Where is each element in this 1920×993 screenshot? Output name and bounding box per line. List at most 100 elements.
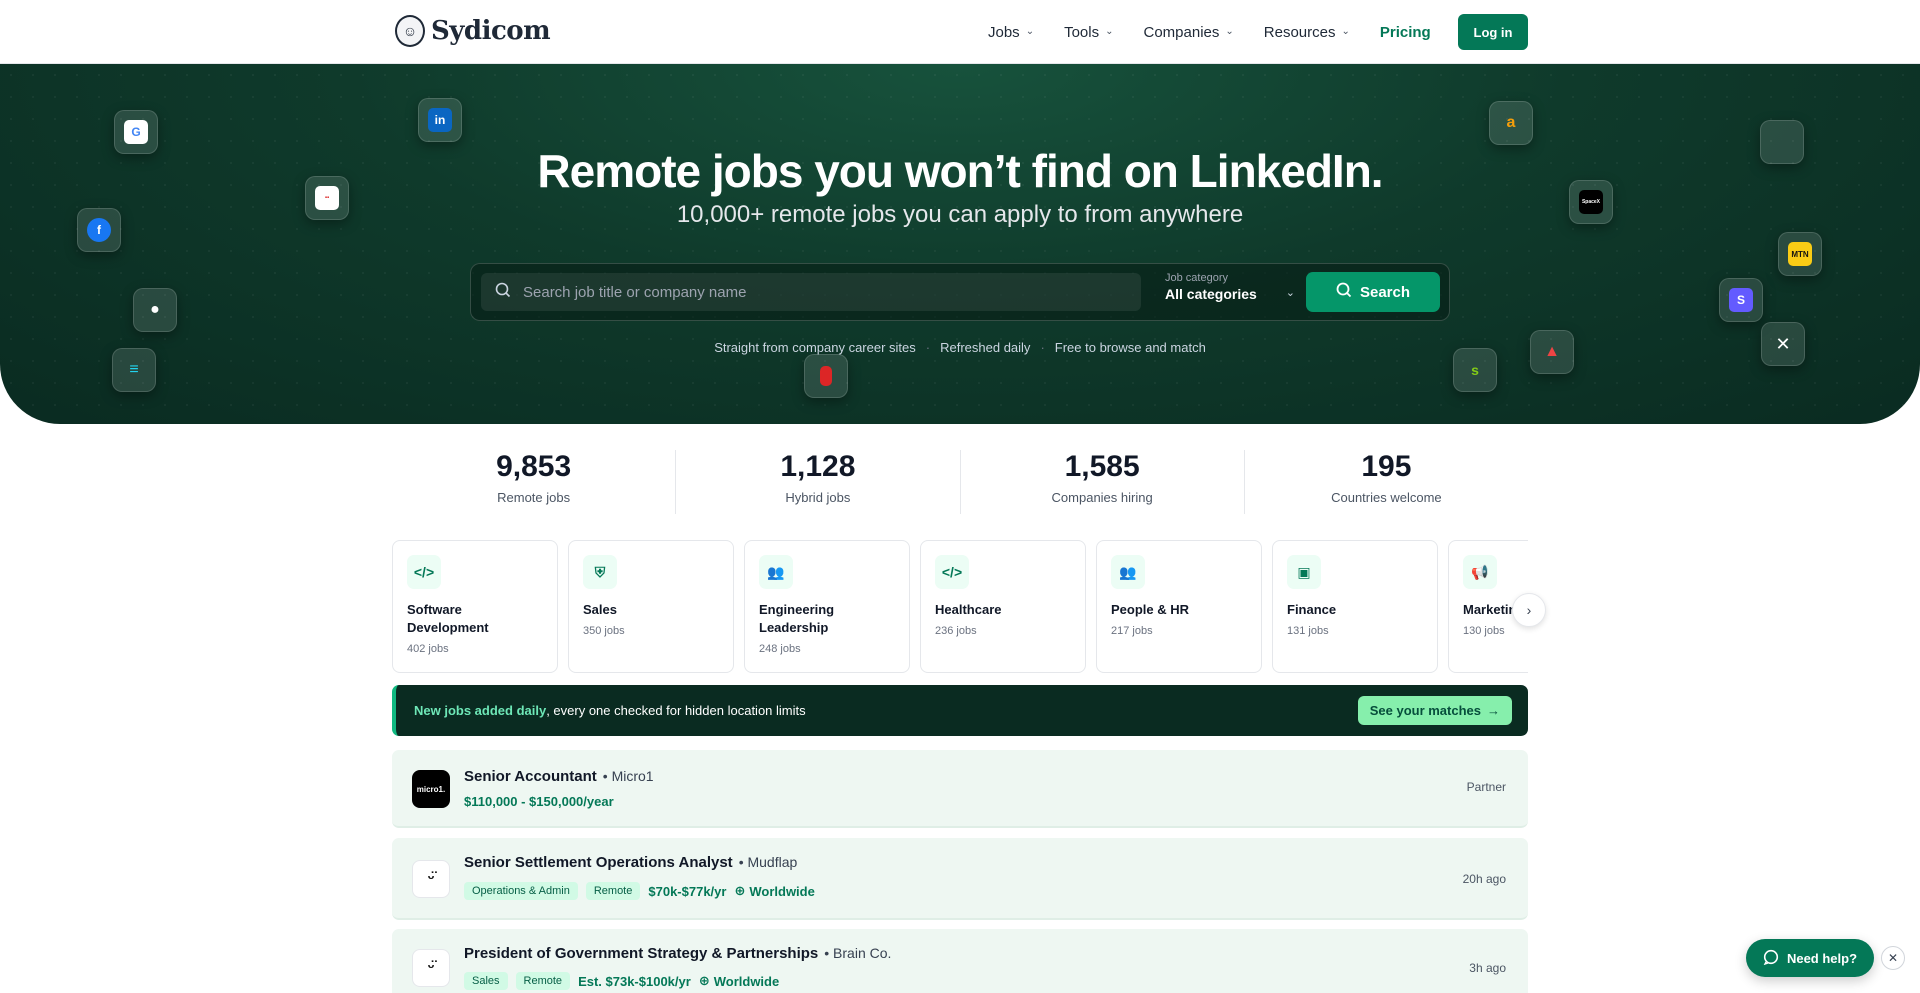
banner-highlight: New jobs added daily (414, 703, 547, 718)
category-name: Finance (1287, 602, 1337, 617)
category-card-healthcare[interactable]: </> Healthcare 236 jobs (920, 540, 1086, 673)
nav-links: Jobs ⌄ Tools ⌄ Companies ⌄ Resources ⌄ Prici… (988, 0, 1431, 64)
search-button[interactable]: Search (1306, 272, 1440, 312)
code-icon: </> (407, 555, 441, 589)
job-company: • Mudflap (738, 854, 798, 870)
nav-tools[interactable]: Tools ⌄ (1064, 24, 1113, 41)
stat-label: Hybrid jobs (785, 490, 851, 505)
category-name: Sales (583, 602, 617, 617)
job-title-row: President of Government Strategy & Partn… (464, 945, 891, 962)
job-meta: Operations & Admin Remote $70k-$77k/yr ⊕… (464, 882, 815, 900)
fact-item: Free to browse and match (1054, 340, 1206, 355)
category-card-people-hr[interactable]: 👥 People & HR 217 jobs (1096, 540, 1262, 673)
job-meta: $110,000 - $150,000/year (464, 794, 614, 809)
carousel-next-button[interactable]: › (1512, 593, 1546, 627)
nav-resources-label: Resources (1263, 23, 1336, 41)
category-name: People & HR (1111, 602, 1190, 617)
nav-jobs[interactable]: Jobs ⌄ (988, 24, 1034, 41)
stat-value: 1,585 (1064, 450, 1140, 483)
nav-companies-label: Companies (1143, 23, 1220, 41)
hero-title: Remote jobs you won’t find on LinkedIn. (537, 145, 1383, 197)
job-tag: Sales (464, 972, 508, 990)
stat-label: Countries welcome (1331, 490, 1442, 505)
job-card[interactable]: ᵕ̈ Senior Settlement Operations Analyst •… (392, 838, 1528, 920)
category-count: 131 jobs (1287, 625, 1329, 637)
category-count: 350 jobs (583, 625, 625, 637)
arrow-right-icon: → (1487, 703, 1500, 718)
chevron-down-icon: ⌄ (1025, 25, 1035, 37)
category-card-sales[interactable]: ⛨ Sales 350 jobs (568, 540, 734, 673)
job-title[interactable]: President of Government Strategy & Partn… (464, 945, 818, 962)
category-select[interactable]: Job category All categories ⌄ (1165, 272, 1295, 312)
category-card-software-development[interactable]: </> Software Development 402 jobs (392, 540, 558, 673)
hero-subtitle: 10,000+ remote jobs you can apply to fro… (676, 201, 1244, 228)
category-count: 402 jobs (407, 643, 449, 655)
category-carousel: </> Software Development 402 jobs ⛨ Sale… (392, 540, 1528, 673)
category-card-finance[interactable]: ▣ Finance 131 jobs (1272, 540, 1438, 673)
search-button-label: Search (1359, 283, 1411, 301)
apple-logo-icon: ● (133, 288, 177, 332)
job-location: ⊕ Worldwide (734, 883, 814, 899)
chevron-down-icon: ⌄ (1285, 287, 1295, 299)
nav-companies[interactable]: Companies ⌄ (1144, 24, 1234, 41)
mtn-logo-icon: MTN (1778, 232, 1822, 276)
search-input[interactable] (523, 283, 1103, 301)
stat-companies-hiring: 1,585 Companies hiring (961, 450, 1245, 514)
job-card[interactable]: ᵕ̈ President of Government Strategy & Pa… (392, 929, 1528, 993)
brand-logo[interactable]: ☺ Sydicom (395, 15, 551, 47)
fact-item: Straight from company career sites (714, 340, 916, 355)
login-button[interactable]: Log in (1458, 14, 1528, 50)
chevron-down-icon: ⌄ (1341, 25, 1350, 37)
stats-row: 9,853 Remote jobs 1,128 Hybrid jobs 1,585 C… (392, 450, 1528, 514)
megaphone-icon: 📢 (1463, 555, 1497, 589)
hero-facts: Straight from company career sites · Refre… (0, 340, 1920, 355)
nav-pricing[interactable]: Pricing (1380, 24, 1431, 41)
stripe-logo-icon: S (1719, 278, 1763, 322)
job-tag: Remote (515, 972, 571, 990)
stat-remote-jobs: 9,853 Remote jobs (392, 450, 677, 514)
posted-time: 3h ago (1469, 961, 1506, 975)
category-card-engineering-leadership[interactable]: 👥 Engineering Leadership 248 jobs (744, 540, 910, 673)
job-location-label: Worldwide (713, 973, 780, 989)
job-salary: $110,000 - $150,000/year (464, 794, 614, 809)
globe-icon: ⊕ (734, 883, 746, 898)
job-title[interactable]: Senior Accountant (464, 768, 597, 785)
job-card[interactable]: micro1. Senior Accountant • Micro1 $110,0… (392, 750, 1528, 828)
chevron-down-icon: ⌄ (1225, 25, 1234, 37)
category-count: 248 jobs (759, 643, 801, 655)
search-field[interactable] (481, 273, 1141, 311)
job-location: ⊕ Worldwide (699, 973, 779, 989)
nav-resources[interactable]: Resources ⌄ (1264, 24, 1350, 41)
job-title-row: Senior Settlement Operations Analyst • Mu… (464, 854, 797, 871)
company-logo-brain-co: ᵕ̈ (412, 949, 450, 987)
category-name: Engineering Leadership (759, 602, 835, 635)
chevron-right-icon: › (1526, 602, 1532, 618)
need-help-button[interactable]: Need help? (1746, 939, 1874, 977)
search-icon (1336, 282, 1352, 302)
need-help-label: Need help? (1786, 950, 1858, 966)
stat-value: 195 (1361, 450, 1412, 483)
fact-item: Refreshed daily (940, 340, 1031, 355)
search-bar: Job category All categories ⌄ Search (470, 263, 1450, 321)
chevron-down-icon: ⌄ (1105, 25, 1114, 37)
close-icon: ✕ (1887, 951, 1899, 965)
job-tag: Remote (585, 882, 641, 900)
job-title[interactable]: Senior Settlement Operations Analyst (464, 854, 733, 871)
stat-value: 1,128 (780, 450, 856, 483)
code-icon: </> (935, 555, 969, 589)
globe-icon: ⊕ (698, 973, 710, 988)
people-icon: 👥 (759, 555, 793, 589)
job-meta: Sales Remote Est. $73k-$100k/yr ⊕ Worldwi… (464, 972, 779, 990)
category-count: 130 jobs (1463, 625, 1505, 637)
category-count: 217 jobs (1111, 625, 1153, 637)
category-value: All categories (1165, 286, 1257, 302)
money-icon: ▣ (1287, 555, 1321, 589)
category-label: Job category (1165, 272, 1228, 284)
brand-mark-icon: ☺ (395, 15, 425, 47)
job-title-row: Senior Accountant • Micro1 (464, 768, 654, 785)
see-matches-button[interactable]: See your matches → (1357, 696, 1512, 725)
job-company: • Brain Co. (824, 945, 892, 961)
brand-name: Sydicom (431, 16, 551, 46)
separator-dot: · (1040, 340, 1045, 355)
close-help-button[interactable]: ✕ (1881, 946, 1905, 970)
